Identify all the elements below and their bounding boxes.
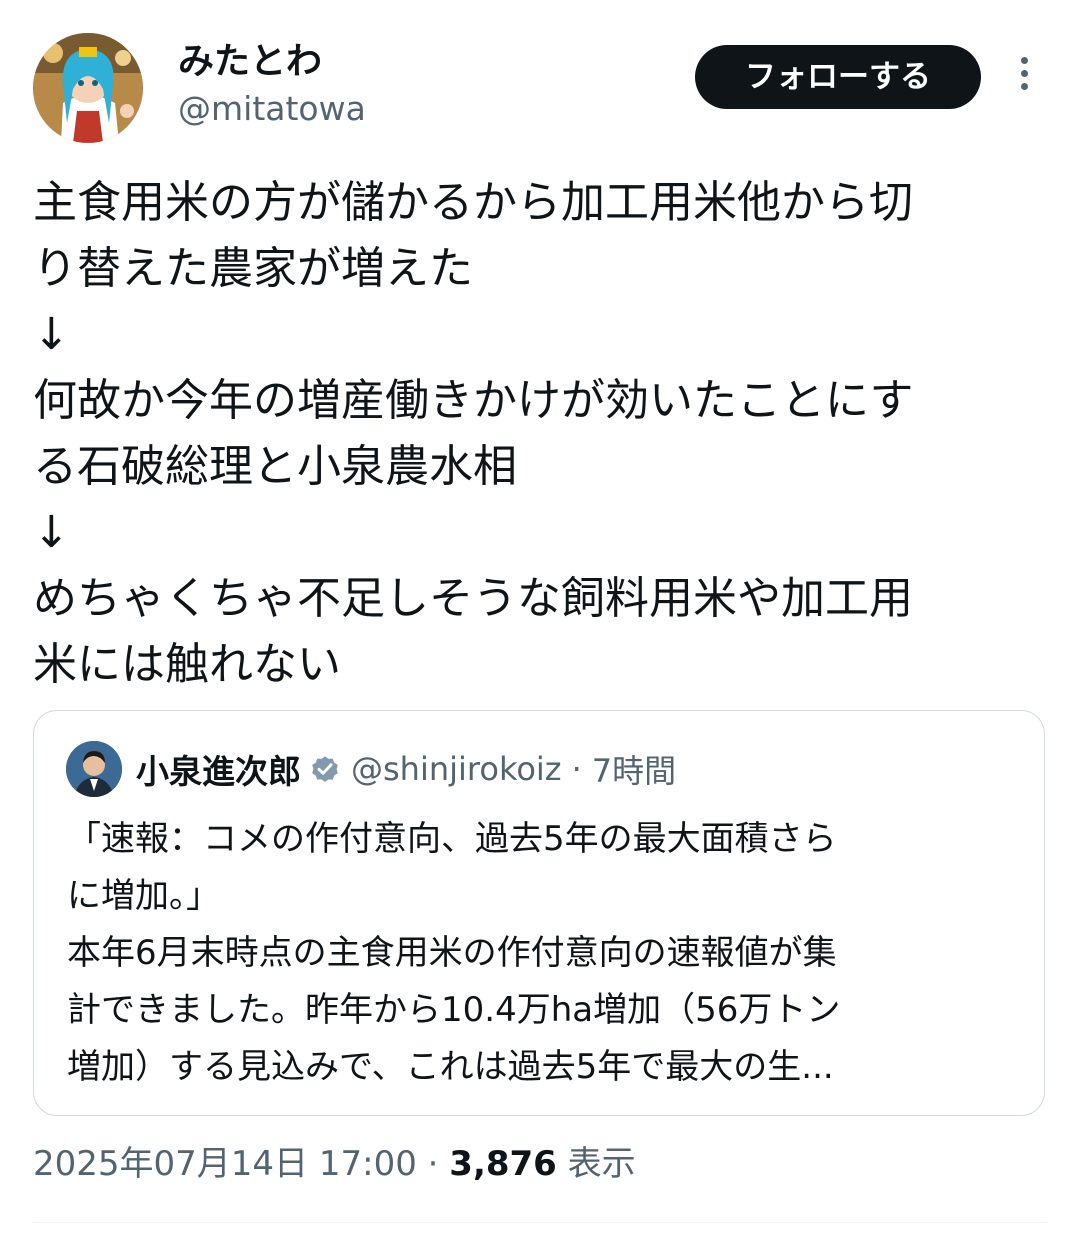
quoted-text-line: 本年6月末時点の主食用米の作付意向の速報値が集 <box>67 933 837 973</box>
tweet-text-line: ↓ <box>33 309 70 360</box>
tweet-text: 主食用米の方が儲かるから加工用米他から切 り替えた農家が増えた ↓ 何故か今年の… <box>33 170 1043 698</box>
author-handle[interactable]: @mitatowa <box>178 87 366 131</box>
tweet-text-line: めちゃくちゃ不足しそうな飼料用米や加工用 <box>33 573 913 624</box>
follow-button[interactable]: フォローする <box>695 45 981 109</box>
tweet-text-line: 何故か今年の増産働きかけが効いたことにす <box>33 375 914 426</box>
quoted-author-handle[interactable]: @shinjirokoiz <box>351 750 562 788</box>
quoted-text-line: に増加。」 <box>67 876 220 916</box>
quoted-text-line: 「速報：コメの作付意向、過去5年の最大面積さら <box>67 819 837 859</box>
quoted-tweet-card[interactable]: 小泉進次郎 @shinjirokoiz · 7時間 「速報：コメの作付意向、過去… <box>33 710 1045 1116</box>
author-display-name[interactable]: みたとわ <box>178 39 366 85</box>
quoted-author-display-name[interactable]: 小泉進次郎 <box>136 745 301 793</box>
views-count: 3,876 <box>449 1144 557 1184</box>
verified-badge-icon <box>312 756 338 782</box>
tweet-text-line: 米には触れない <box>33 639 341 690</box>
author-avatar[interactable] <box>33 33 143 143</box>
tweet-header: みたとわ @mitatowa フォローする <box>33 33 1047 145</box>
tweet-text-line: る石破総理と小泉農水相 <box>33 441 517 492</box>
quoted-avatar-image <box>66 741 122 797</box>
quoted-author-avatar[interactable] <box>66 741 122 797</box>
quoted-tweet-text: 「速報：コメの作付意向、過去5年の最大面積さら に増加。」 本年6月末時点の主食… <box>67 811 1017 1096</box>
tweet-timestamp[interactable]: 2025年07月14日 17:00 <box>33 1144 417 1184</box>
tweet-text-line: り替えた農家が増えた <box>33 243 473 294</box>
quoted-tweet-header: 小泉進次郎 @shinjirokoiz · 7時間 <box>66 741 676 797</box>
tweet-text-line: 主食用米の方が儲かるから加工用米他から切 <box>33 177 913 228</box>
tweet-text-line: ↓ <box>33 507 70 558</box>
quoted-tweet-time[interactable]: 7時間 <box>592 746 676 792</box>
avatar-image <box>33 33 143 143</box>
separator-dot: · <box>427 1144 439 1184</box>
quoted-text-line: 増加）する見込みで、これは過去5年で最大の生... <box>67 1047 834 1087</box>
tweet-meta: 2025年07月14日 17:00 · 3,876 表示 <box>33 1136 636 1192</box>
more-vertical-icon[interactable] <box>1013 57 1035 97</box>
separator-dot: · <box>571 750 582 788</box>
views-label: 表示 <box>567 1144 636 1184</box>
divider <box>33 1222 1047 1223</box>
quoted-text-line: 計できました。昨年から10.4万ha増加（56万トン <box>67 990 841 1030</box>
